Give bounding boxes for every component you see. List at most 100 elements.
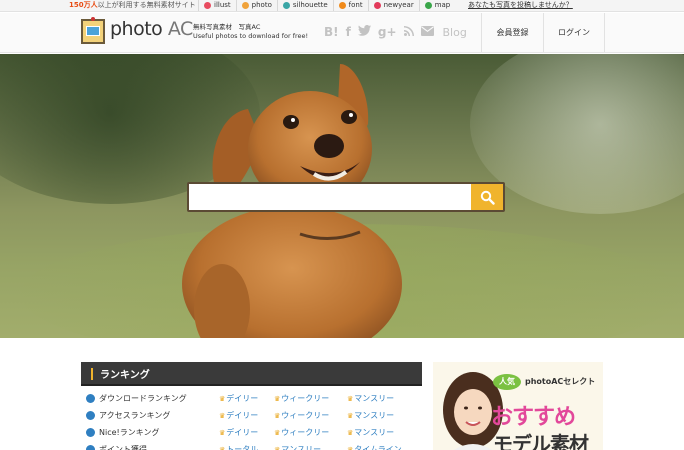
ranking-link[interactable]: ♛ウィークリー [274,427,329,438]
crown-icon: ♛ [219,395,226,403]
ranking-link[interactable]: ♛ウィークリー [274,393,329,404]
silhouette-icon [282,2,290,9]
search-input[interactable] [189,184,471,210]
banner-brand: photoACセレクト [525,377,596,386]
font-icon [338,2,346,9]
newyear-icon [373,2,381,9]
blog-link[interactable]: Blog [443,26,467,39]
register-button[interactable]: 会員登録 [481,13,543,52]
ranking-link[interactable]: ♛マンスリー [347,393,394,404]
logo-pin [91,17,95,21]
crown-icon: ♛ [219,412,226,420]
select-model-banner[interactable]: 人気 photoACセレクト おすすめ モデル素材 [433,362,603,450]
logo-text[interactable]: photo AC [110,18,193,40]
sister-sites: illust photo silhouette font newyear map [198,0,455,11]
crown-icon: ♛ [347,446,354,450]
crown-icon: ♛ [274,446,281,450]
site-label: newyear [383,1,414,9]
post-photo-link[interactable]: あなたも写真を投稿しませんか？ [468,0,573,11]
ranking-name: ダウンロードランキング [99,394,187,403]
site-link-illust[interactable]: illust [198,0,236,11]
crown-icon: ♛ [274,412,281,420]
site-link-map[interactable]: map [418,0,456,11]
search-bar [187,182,505,212]
ranking-title: ランキング [100,370,150,381]
ranking-link[interactable]: ♛タイムライン [347,444,402,450]
rss-icon[interactable] [403,25,414,39]
ranking-link[interactable]: ♛マンスリー [347,427,394,438]
logo-icon[interactable] [81,17,105,44]
ranking-link[interactable]: ♛マンスリー [274,444,321,450]
points-icon [86,445,95,450]
thumbs-up-icon [86,428,95,437]
ranking-link[interactable]: ♛デイリー [219,410,258,421]
ranking-link-label: マンスリー [354,394,395,403]
user-count: 150万人 [69,1,98,9]
ranking-link-label: トータル [226,445,259,450]
ranking-row: アクセスランキング ♛デイリー ♛ウィークリー ♛マンスリー [83,408,423,425]
login-button[interactable]: ログイン [543,13,605,52]
ranking-row: Nice!ランキング ♛デイリー ♛ウィークリー ♛マンスリー [83,425,423,442]
ranking-link[interactable]: ♛デイリー [219,427,258,438]
crown-icon: ♛ [219,429,226,437]
ranking-list: ダウンロードランキング ♛デイリー ♛ウィークリー ♛マンスリー アクセスランキング ♛デ… [83,391,423,450]
eye-icon [86,411,95,420]
ranking-row: ダウンロードランキング ♛デイリー ♛ウィークリー ♛マンスリー [83,391,423,408]
google-plus-icon[interactable]: g+ [378,25,397,39]
site-label: font [348,1,363,9]
ranking-name: アクセスランキング [99,411,171,420]
site-link-photo[interactable]: photo [235,0,277,11]
ranking-link-label: マンスリー [354,428,395,437]
logo-main: photo [110,18,163,40]
ranking-name: Nice!ランキング [99,428,160,437]
tagline-text: 以上が利用する無料素材サイト [97,1,196,9]
hatena-bookmark-icon[interactable]: B! [324,25,339,39]
hero-image [0,54,684,338]
twitter-icon[interactable] [357,25,371,39]
mail-icon[interactable] [420,25,434,39]
crown-icon: ♛ [347,412,354,420]
ranking-header: ランキング [81,362,422,386]
banner-subline: モデル素材 [493,432,589,450]
logo-photo-frame [86,26,100,36]
search-button[interactable] [471,184,503,210]
ranking-link-label: デイリー [226,411,259,420]
facebook-icon[interactable]: f [346,25,351,39]
ranking-link-label: デイリー [226,428,259,437]
ranking-link[interactable]: ♛デイリー [219,393,258,404]
site-link-font[interactable]: font [332,0,368,11]
crown-icon: ♛ [274,395,281,403]
download-icon [86,394,95,403]
site-link-silhouette[interactable]: silhouette [276,0,333,11]
crown-icon: ♛ [219,446,226,450]
map-icon [424,2,432,9]
ranking-link-label: タイムライン [354,445,402,450]
ranking-accent-bar [91,368,93,380]
logo-subtitle-en: Useful photos to download for free! [193,32,309,40]
ranking-link-label: ウィークリー [281,394,330,403]
banner-headline: おすすめ [491,405,576,430]
ranking-name: ポイント獲得 [99,445,147,450]
ranking-link-label: マンスリー [354,411,395,420]
illust-icon [204,2,211,9]
crown-icon: ♛ [274,429,281,437]
site-header: photo AC 無料写真素材 写真AC Useful photos to do… [0,13,684,53]
ranking-link[interactable]: ♛トータル [219,444,258,450]
ranking-link-label: ウィークリー [281,411,330,420]
ranking-link[interactable]: ♛マンスリー [347,410,394,421]
ranking-link-label: デイリー [226,394,259,403]
crown-icon: ♛ [347,395,354,403]
top-link-bar: 150万人以上が利用する無料素材サイト illust photo silhouett… [0,0,684,12]
popular-badge: 人気 [493,374,521,390]
photo-icon [241,2,249,9]
site-label: illust [214,1,231,9]
ranking-link-label: ウィークリー [281,428,330,437]
crown-icon: ♛ [347,429,354,437]
logo-subtitle-jp: 無料写真素材 写真AC [193,23,261,31]
site-label: map [434,1,451,9]
ranking-link[interactable]: ♛ウィークリー [274,410,329,421]
search-icon [480,190,495,205]
site-label: silhouette [292,1,328,9]
ranking-row: ポイント獲得 ♛トータル ♛マンスリー ♛タイムライン [83,442,423,450]
site-link-newyear[interactable]: newyear [367,0,419,11]
